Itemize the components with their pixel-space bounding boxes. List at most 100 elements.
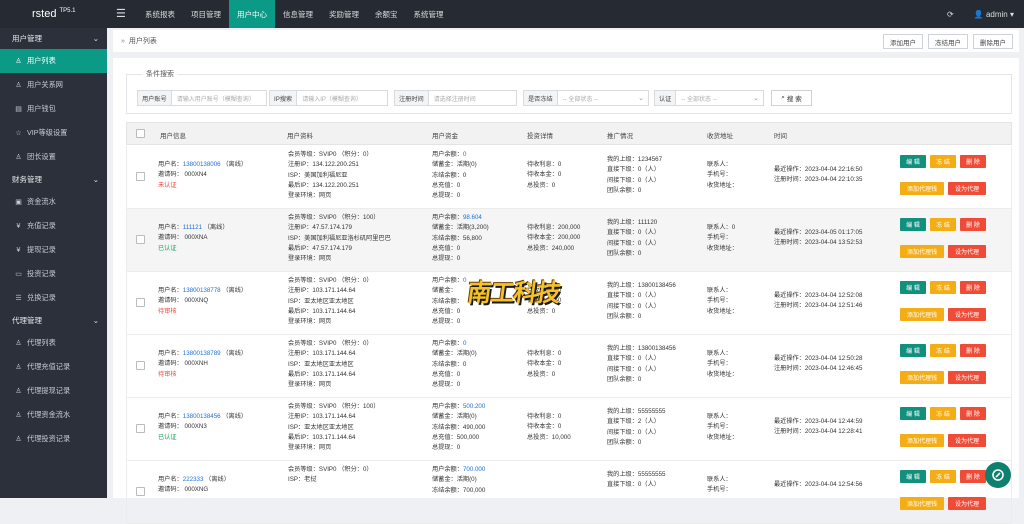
auth-select[interactable]: -- 全部状态 -- — [676, 94, 716, 103]
row-checkbox[interactable] — [136, 361, 145, 370]
sidebar-item-agent-list[interactable]: ♙ 代理列表 — [0, 331, 107, 355]
sidebar-group-user[interactable]: 用户管理 ⌄ — [0, 28, 107, 49]
col-address: 收货地址 — [707, 133, 733, 140]
sidebar-group-agent[interactable]: 代理管理 ⌄ — [0, 310, 107, 331]
nav-project-management[interactable]: 项目管理 — [183, 0, 229, 28]
delete-button[interactable]: 删 除 — [960, 407, 986, 420]
nav-yuebao[interactable]: 余额宝 — [367, 0, 406, 28]
sidebar-item-agent-fund-flow[interactable]: ♙ 代理资金流水 — [0, 403, 107, 427]
sidebar-item-fund-flow[interactable]: ▣ 资金流水 — [0, 190, 107, 214]
user-phone-link[interactable]: 222333 — [183, 476, 204, 483]
promotion: 我的上级：13800138456 直接下级：0（人） 间接下级：0（人） 团队余额：0 — [607, 345, 676, 383]
add-agent-button[interactable]: 添加代理钱 — [900, 308, 944, 321]
menu-toggle-icon[interactable]: ☰ — [116, 7, 126, 20]
delete-user-button[interactable]: 删除用户 — [973, 34, 1013, 49]
sidebar-item-agent-withdraw[interactable]: ♙ 代理提现记录 — [0, 379, 107, 403]
nav-reward-management[interactable]: 奖励管理 — [321, 0, 367, 28]
user-profile: 会员等级：SVIP0 （积分：0） ISP：老挝 — [288, 466, 373, 484]
sidebar-item-user-relations[interactable]: ♙ 用户关系网 — [0, 73, 107, 97]
user-profile: 会员等级：SVIP0 （积分：100） 注册IP：103.171.144.64 IS… — [288, 403, 380, 452]
add-agent-button[interactable]: 添加代理钱 — [900, 182, 944, 195]
account-input[interactable]: 请输入用户账号（模糊查询） — [172, 94, 255, 103]
freeze-button[interactable]: 冻 结 — [930, 407, 956, 420]
user-phone-link[interactable]: 13800138789 — [183, 350, 221, 357]
edit-button[interactable]: 编 辑 — [900, 155, 926, 168]
ip-search-field: IP搜索 请输入IP（模糊查询） — [269, 90, 388, 106]
freeze-button[interactable]: 冻 结 — [930, 344, 956, 357]
add-agent-button[interactable]: 添加代理钱 — [900, 371, 944, 384]
user-info: 用户名：13800138006 （离线） 邀请码： 000XN4 未认证 — [158, 160, 247, 191]
row-checkbox[interactable] — [136, 298, 145, 307]
delete-button[interactable]: 删 除 — [960, 218, 986, 231]
edit-button[interactable]: 编 辑 — [900, 281, 926, 294]
sidebar-item-withdraw[interactable]: ¥ 提现记录 — [0, 238, 107, 262]
frozen-select[interactable]: -- 全部状态 -- — [558, 94, 598, 103]
sidebar-item-agent-invest[interactable]: ♙ 代理投资记录 — [0, 427, 107, 451]
search-button[interactable]: ⌕ 搜 索 — [771, 90, 812, 106]
add-agent-button[interactable]: 添加代理钱 — [900, 497, 944, 510]
row-checkbox[interactable] — [136, 235, 145, 244]
user-phone-link[interactable]: 13800138006 — [183, 161, 221, 168]
user-profile: 会员等级：SVIP0 （积分：100） 注册IP：47.57.174.179 ISP… — [288, 214, 391, 263]
promotion: 我的上级：111120 直接下级：0（人） 间接下级：0（人） 团队余额：0 — [607, 219, 660, 257]
delete-button[interactable]: 删 除 — [960, 155, 986, 168]
user-profile: 会员等级：SVIP0 （积分：0） 注册IP：134.122.200.251 ISP… — [288, 151, 373, 200]
col-invest: 投资详情 — [527, 133, 553, 140]
sidebar-item-invest[interactable]: ▭ 投资记录 — [0, 262, 107, 286]
chat-bubble-icon[interactable] — [985, 462, 1011, 488]
edit-button[interactable]: 编 辑 — [900, 470, 926, 483]
nav-info-management[interactable]: 信息管理 — [275, 0, 321, 28]
sidebar-group-finance[interactable]: 财务管理 ⌄ — [0, 169, 107, 190]
breadcrumb-current: 用户列表 — [128, 38, 157, 45]
row-checkbox[interactable] — [136, 424, 145, 433]
ip-input[interactable]: 请输入IP（模糊查询） — [297, 94, 362, 103]
user-phone-link[interactable]: 111121 — [183, 224, 202, 231]
brand-logo[interactable]: rsted TP5.1 — [0, 0, 107, 28]
nav-user-center[interactable]: 用户中心 — [229, 0, 275, 28]
set-agent-button[interactable]: 设为代理 — [948, 371, 986, 384]
invest-detail: 待收利息：0 待收本金：0 总投资：0 — [527, 350, 562, 378]
set-agent-button[interactable]: 设为代理 — [948, 497, 986, 510]
refresh-icon[interactable]: ⟳ — [947, 10, 954, 19]
freeze-user-button[interactable]: 冻结用户 — [928, 34, 968, 49]
add-user-button[interactable]: 添加用户 — [883, 34, 923, 49]
freeze-button[interactable]: 冻 结 — [930, 470, 956, 483]
freeze-button[interactable]: 冻 结 — [930, 281, 956, 294]
add-agent-button[interactable]: 添加代理钱 — [900, 245, 944, 258]
set-agent-button[interactable]: 设为代理 — [948, 182, 986, 195]
sidebar-item-user-wallet[interactable]: ▤ 用户钱包 — [0, 97, 107, 121]
edit-button[interactable]: 编 辑 — [900, 218, 926, 231]
sidebar-item-exchange[interactable]: ☰ 兑换记录 — [0, 286, 107, 310]
time-input[interactable]: 请选择注册时间 — [429, 94, 476, 103]
sidebar-item-vip-settings[interactable]: ☆ VIP等级设置 — [0, 121, 107, 145]
delete-button[interactable]: 删 除 — [960, 281, 986, 294]
edit-button[interactable]: 编 辑 — [900, 407, 926, 420]
watermark-logo: 南工科技 — [465, 277, 562, 307]
nav-system-report[interactable]: 系统报表 — [137, 0, 183, 28]
user-menu[interactable]: 👤 admin ▾ — [974, 10, 1014, 19]
freeze-button[interactable]: 冻 结 — [930, 218, 956, 231]
invite-code: 邀请码： 000XN4 — [158, 171, 207, 179]
sidebar-item-recharge[interactable]: ¥ 充值记录 — [0, 214, 107, 238]
set-agent-button[interactable]: 设为代理 — [948, 308, 986, 321]
freeze-button[interactable]: 冻 结 — [930, 155, 956, 168]
user-phone-link[interactable]: 13800138778 — [183, 287, 221, 294]
invest-detail: 待收利息：200,000 待收本金：200,000 总投资：240,000 — [527, 224, 581, 252]
sidebar-item-leader-settings[interactable]: ♙ 团长设置 — [0, 145, 107, 169]
sidebar-item-agent-recharge[interactable]: ♙ 代理充值记录 — [0, 355, 107, 379]
set-agent-button[interactable]: 设为代理 — [948, 245, 986, 258]
auth-status: 未认证 — [158, 181, 177, 189]
sidebar-item-user-list[interactable]: ♙ 用户列表 — [0, 49, 107, 73]
row-checkbox[interactable] — [136, 172, 145, 181]
user-icon: ♙ — [15, 436, 22, 443]
add-agent-button[interactable]: 添加代理钱 — [900, 434, 944, 447]
select-all-checkbox[interactable] — [136, 129, 145, 138]
delete-button[interactable]: 删 除 — [960, 344, 986, 357]
user-profile: 会员等级：SVIP0 （积分：0） 注册IP：103.171.144.64 ISP：… — [288, 340, 373, 389]
delete-button[interactable]: 删 除 — [960, 470, 986, 483]
nav-system-management[interactable]: 系统管理 — [406, 0, 452, 28]
edit-button[interactable]: 编 辑 — [900, 344, 926, 357]
user-phone-link[interactable]: 13800138456 — [183, 413, 221, 420]
set-agent-button[interactable]: 设为代理 — [948, 434, 986, 447]
row-checkbox[interactable] — [136, 487, 145, 496]
